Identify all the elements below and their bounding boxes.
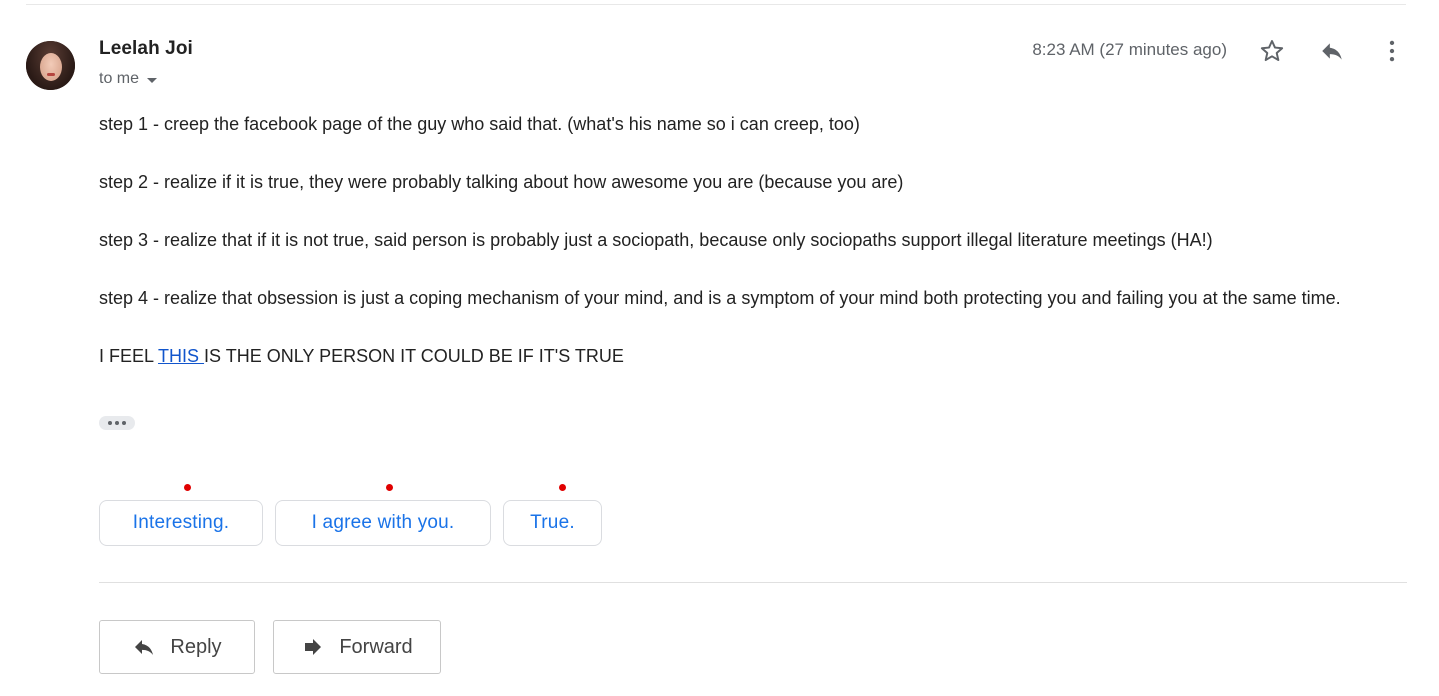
more-options-button[interactable] — [1375, 34, 1409, 68]
forward-button-label: Forward — [339, 635, 413, 658]
recipient-label: to me — [99, 70, 140, 87]
section-divider — [99, 582, 1407, 583]
final-text-prefix: I FEEL — [99, 346, 159, 366]
body-paragraph-step4: step 4 - realize that obsession is just … — [99, 288, 1341, 308]
star-icon — [1260, 40, 1284, 62]
reply-icon — [1322, 43, 1342, 60]
smart-reply-true[interactable]: True. — [503, 500, 602, 546]
email-message-view: Leelah Joi to me 8:23 AM (27 minutes ago… — [0, 0, 1439, 696]
marker-dot — [184, 484, 191, 491]
star-button[interactable] — [1255, 34, 1289, 68]
marker-dot — [559, 484, 566, 491]
avatar[interactable] — [26, 41, 75, 90]
caret-down-icon — [147, 77, 158, 83]
smart-reply-interesting[interactable]: Interesting. — [99, 500, 263, 546]
smart-reply-agree[interactable]: I agree with you. — [275, 500, 491, 546]
reply-icon-button[interactable] — [1315, 34, 1349, 68]
message-timestamp: 8:23 AM (27 minutes ago) — [1032, 40, 1227, 59]
body-paragraph-step2: step 2 - realize if it is true, they wer… — [99, 172, 904, 192]
show-trimmed-content-button[interactable] — [99, 416, 135, 430]
message-body: step 1 - creep the facebook page of the … — [99, 110, 1409, 400]
recipient-details-toggle[interactable]: to me — [99, 70, 158, 88]
reply-button-label: Reply — [170, 635, 222, 658]
body-paragraph-final: I FEEL THIS IS THE ONLY PERSON IT COULD … — [99, 342, 1409, 371]
reply-button[interactable]: Reply — [99, 620, 255, 674]
top-divider — [26, 4, 1406, 5]
marker-dot — [386, 484, 393, 491]
more-vert-icon — [1389, 40, 1395, 62]
forward-icon — [305, 639, 322, 655]
reply-icon — [135, 640, 154, 655]
forward-button[interactable]: Forward — [273, 620, 441, 674]
body-paragraph-step3: step 3 - realize that if it is not true,… — [99, 230, 1213, 250]
sender-name[interactable]: Leelah Joi — [99, 38, 193, 60]
this-link[interactable]: THIS — [158, 346, 204, 366]
body-paragraph-step1: step 1 - creep the facebook page of the … — [99, 114, 860, 134]
final-text-suffix: IS THE ONLY PERSON IT COULD BE IF IT'S T… — [204, 346, 624, 366]
